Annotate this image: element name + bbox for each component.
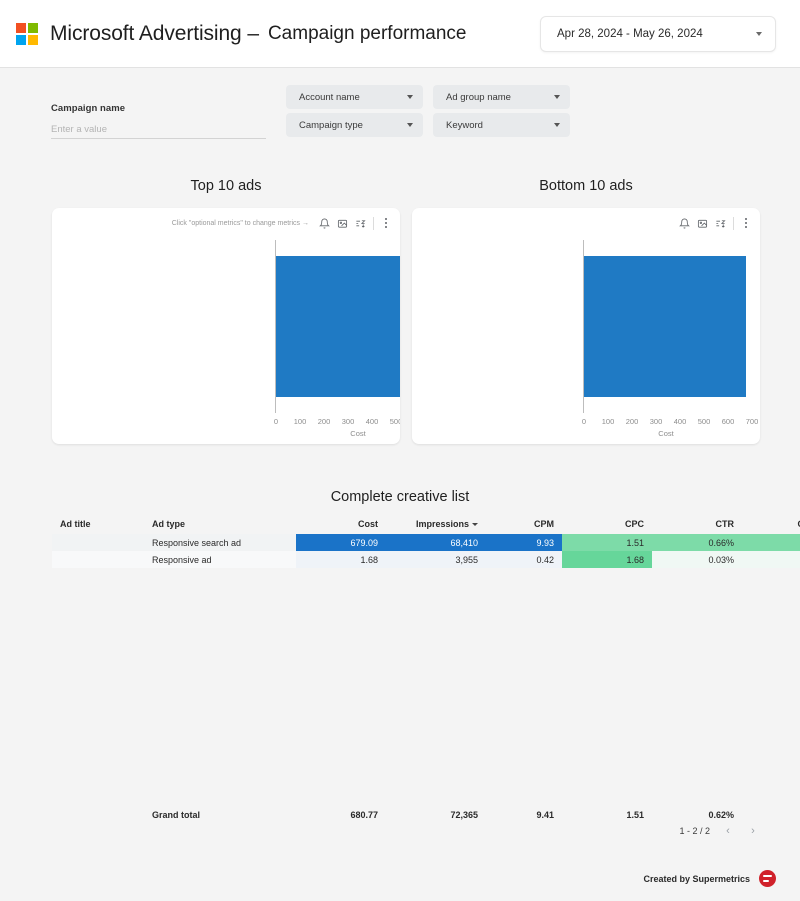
cell-impressions: 3,955 [386,551,486,568]
grand-total-cost: 680.77 [296,806,386,823]
campaign-name-label: Campaign name [51,103,266,114]
cell-cost: 1.68 [296,551,386,568]
table-header-row: Ad title Ad type Cost Impressions CPM CP… [52,518,800,534]
col-header-ctr[interactable]: CTR [652,518,742,534]
chevron-down-icon [407,123,413,127]
bar-responsive-search-ad[interactable] [584,256,746,397]
microsoft-logo-icon [16,23,38,45]
date-range-selector[interactable]: Apr 28, 2024 - May 26, 2024 [540,16,776,52]
cell-conversions: 0 [742,551,800,568]
brand-name: Microsoft Advertising – [50,22,259,46]
x-tick-400: 400 [359,417,385,426]
bar-responsive-search-ad[interactable] [276,256,400,397]
x-tick-0: 0 [263,417,289,426]
col-header-ad-type[interactable]: Ad type [144,518,296,534]
x-tick-100: 100 [287,417,313,426]
col-header-cost[interactable]: Cost [296,518,386,534]
top-10-ads-chart-card: Click "optional metrics" to change metri… [52,208,400,444]
campaign-name-filter: Campaign name [51,103,266,139]
col-header-cpc[interactable]: CPC [562,518,652,534]
cell-cpm: 9.93 [486,534,562,551]
x-tick-500: 500 [691,417,717,426]
grand-total-conversions: 5 [742,806,800,823]
footer-credit-text: Created by Supermetrics [643,874,750,884]
x-tick-100: 100 [595,417,621,426]
cell-ad-type: Responsive ad [144,551,296,568]
table-pagination: 1 - 2 / 2 ‹ › [679,824,760,838]
bottom-10-ads-chart-card: 0 100 200 300 400 500 600 700 Cost [412,208,760,444]
col-header-impressions[interactable]: Impressions [386,518,486,534]
grand-total-spacer [52,806,144,823]
app-header: Microsoft Advertising – Campaign perform… [0,0,800,68]
x-tick-400: 400 [667,417,693,426]
chevron-down-icon [554,95,560,99]
keyword-dropdown-label: Keyword [446,120,483,131]
col-header-ad-title[interactable]: Ad title [52,518,144,534]
x-tick-500: 500 [383,417,400,426]
cell-cost: 679.09 [296,534,386,551]
cell-ad-title [52,534,144,551]
logo-square-blue [16,35,26,45]
sort-descending-icon [472,523,478,526]
x-tick-200: 200 [619,417,645,426]
col-header-impressions-label: Impressions [416,519,469,529]
grand-total-row: Grand total 680.77 72,365 9.41 1.51 0.62… [52,806,760,823]
next-page-icon[interactable]: › [746,824,760,838]
logo-square-yellow [28,35,38,45]
supermetrics-logo-icon [759,870,776,887]
bottom-10-ads-chart-title: Bottom 10 ads [412,178,760,194]
ad-group-name-dropdown[interactable]: Ad group name [433,85,570,109]
x-tick-700: 700 [739,417,760,426]
chevron-down-icon [407,95,413,99]
grand-total-cpc: 1.51 [562,806,652,823]
previous-page-icon[interactable]: ‹ [721,824,735,838]
logo-square-red [16,23,26,33]
cell-cpc: 1.68 [562,551,652,568]
page-title: Microsoft Advertising – Campaign perform… [50,18,467,50]
filter-bar: Campaign name Account name Ad group name… [0,68,800,160]
x-tick-300: 300 [335,417,361,426]
grand-total-ctr: 0.62% [652,806,742,823]
cell-ad-type: Responsive search ad [144,534,296,551]
x-tick-0: 0 [571,417,597,426]
table-row[interactable]: Responsive search ad 679.09 68,410 9.93 … [52,534,800,551]
bottom-10-ads-plot: 0 100 200 300 400 500 600 700 Cost [412,208,760,444]
creative-list-table: Ad title Ad type Cost Impressions CPM CP… [52,518,760,568]
x-tick-300: 300 [643,417,669,426]
x-axis-label: Cost [276,429,400,438]
grand-total-cpm: 9.41 [486,806,562,823]
campaign-type-dropdown-label: Campaign type [299,120,363,131]
campaign-type-dropdown[interactable]: Campaign type [286,113,423,137]
top-10-ads-plot: 0 100 200 300 400 500 600 700 Cost [52,208,400,444]
cell-cpm: 0.42 [486,551,562,568]
col-header-cpm[interactable]: CPM [486,518,562,534]
x-axis-label: Cost [584,429,748,438]
col-header-conversions[interactable]: Conversions [742,518,800,534]
date-range-label: Apr 28, 2024 - May 26, 2024 [557,28,703,40]
table-row[interactable]: Responsive ad 1.68 3,955 0.42 1.68 0.03%… [52,551,800,568]
campaign-name-input[interactable] [51,121,266,139]
cell-cpc: 1.51 [562,534,652,551]
keyword-dropdown[interactable]: Keyword [433,113,570,137]
cell-ctr: 0.03% [652,551,742,568]
top-10-ads-chart-title: Top 10 ads [52,178,400,194]
cell-conversions: 5 [742,534,800,551]
cell-ctr: 0.66% [652,534,742,551]
chevron-down-icon [756,32,762,36]
x-tick-600: 600 [715,417,741,426]
x-tick-200: 200 [311,417,337,426]
ad-group-name-dropdown-label: Ad group name [446,92,511,103]
table-title: Complete creative list [0,489,800,505]
grand-total-label: Grand total [144,806,296,823]
footer-credit: Created by Supermetrics [643,870,776,887]
account-name-dropdown-label: Account name [299,92,360,103]
chevron-down-icon [554,123,560,127]
cell-impressions: 68,410 [386,534,486,551]
cell-ad-title [52,551,144,568]
report-name: Campaign performance [268,23,467,45]
pagination-range: 1 - 2 / 2 [679,826,710,836]
grand-total-impressions: 72,365 [386,806,486,823]
account-name-dropdown[interactable]: Account name [286,85,423,109]
logo-square-green [28,23,38,33]
